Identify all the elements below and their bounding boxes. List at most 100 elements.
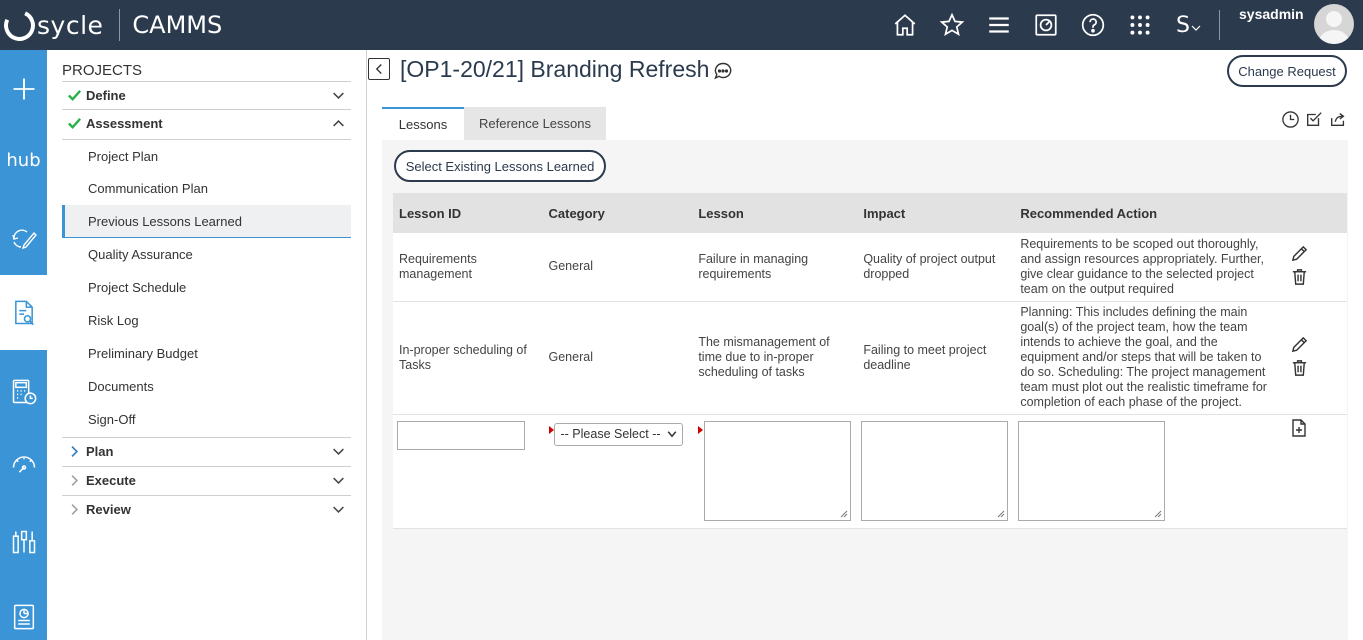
gauge-icon[interactable] <box>0 442 47 486</box>
cell-lesson: Failure in managing requirements <box>692 233 858 302</box>
calculator-clock-icon[interactable] <box>0 370 47 414</box>
table-row: In-proper scheduling of Tasks General Th… <box>393 301 1347 415</box>
chevron-up-icon <box>332 117 345 133</box>
panel-toolbar <box>1280 109 1348 129</box>
resize-grip-icon[interactable] <box>1154 510 1162 518</box>
col-header-category[interactable]: Category <box>542 193 693 233</box>
help-icon[interactable] <box>1079 11 1107 39</box>
lesson-textarea[interactable] <box>704 420 852 521</box>
projects-heading: PROJECTS <box>62 62 143 79</box>
report-icon[interactable] <box>0 595 47 639</box>
nav-item-communication-plan[interactable]: Communication Plan <box>62 172 351 205</box>
comment-icon[interactable] <box>713 61 733 81</box>
menu-icon[interactable] <box>985 11 1013 39</box>
settings-sliders-icon[interactable] <box>0 520 47 564</box>
chevron-down-icon <box>332 89 345 105</box>
cell-impact: Quality of project output dropped <box>857 233 1015 302</box>
side-navigation: PROJECTS Define Assessment Project Plan … <box>47 50 367 640</box>
app-name: CAMMS <box>132 11 223 39</box>
cell-category: General <box>542 233 693 302</box>
avatar[interactable] <box>1314 4 1354 44</box>
checkbox-checked-icon[interactable] <box>1304 109 1324 129</box>
cell-recommended-action: Requirements to be scoped out thoroughly… <box>1014 233 1285 302</box>
section-execute-label: Execute <box>86 473 136 488</box>
chevron-down-icon <box>332 445 345 461</box>
select-existing-lessons-button[interactable]: Select Existing Lessons Learned <box>394 150 606 182</box>
apps-grid-icon[interactable] <box>1126 11 1154 39</box>
dashboard-icon[interactable] <box>1032 11 1060 39</box>
logo[interactable]: sycle CAMMS <box>0 5 223 45</box>
section-plan-label: Plan <box>86 444 114 459</box>
cell-lesson-id: Requirements management <box>393 233 543 302</box>
logo-ring-icon <box>0 5 40 45</box>
chevron-down-icon <box>332 474 345 490</box>
add-file-icon[interactable] <box>1284 417 1314 439</box>
cell-lesson-id: In-proper scheduling of Tasks <box>393 301 543 415</box>
history-clock-icon[interactable] <box>1280 109 1300 129</box>
cell-category: General <box>542 301 693 415</box>
impact-textarea[interactable] <box>861 420 1009 521</box>
check-icon <box>62 88 86 103</box>
nav-item-sign-off[interactable]: Sign-Off <box>62 403 351 436</box>
chevron-right-icon <box>62 445 86 458</box>
required-marker-icon <box>548 425 554 434</box>
edit-pencil-icon[interactable] <box>1284 335 1314 354</box>
check-icon <box>62 116 86 131</box>
tab-lessons[interactable]: Lessons <box>382 107 464 140</box>
hub-label: hub <box>6 149 41 171</box>
cell-impact: Failing to meet project deadline <box>857 301 1015 415</box>
change-request-button[interactable]: Change Request <box>1227 55 1347 87</box>
section-define[interactable]: Define <box>62 81 351 109</box>
col-header-lesson-id[interactable]: Lesson ID <box>393 193 543 233</box>
plus-icon[interactable] <box>0 68 47 110</box>
nav-item-risk-log[interactable]: Risk Log <box>62 304 351 337</box>
col-header-recommended-action[interactable]: Recommended Action <box>1014 193 1285 233</box>
home-icon[interactable] <box>891 11 919 39</box>
table-row: Requirements management General Failure … <box>393 233 1347 302</box>
col-header-impact[interactable]: Impact <box>857 193 1015 233</box>
category-select[interactable]: -- Please Select -- <box>553 422 683 446</box>
section-assessment[interactable]: Assessment <box>62 109 351 137</box>
new-row-actions <box>1284 414 1347 529</box>
resize-grip-icon[interactable] <box>997 510 1005 518</box>
s-dropdown-label: S <box>1176 12 1190 38</box>
share-export-icon[interactable] <box>1328 109 1348 129</box>
new-lesson-id-cell <box>393 414 543 529</box>
section-define-label: Define <box>86 88 126 103</box>
nav-item-preliminary-budget[interactable]: Preliminary Budget <box>62 337 351 370</box>
s-dropdown-icon[interactable]: S <box>1172 11 1206 39</box>
delete-trash-icon[interactable] <box>1284 267 1314 286</box>
edit-pencil-icon[interactable] <box>1284 244 1314 263</box>
section-review-label: Review <box>86 502 131 517</box>
new-lesson-cell <box>692 414 858 529</box>
star-icon[interactable] <box>938 11 966 39</box>
nav-item-project-schedule[interactable]: Project Schedule <box>62 271 351 304</box>
back-button[interactable] <box>368 58 390 80</box>
cell-lesson: The mismanagement of time due to in-prop… <box>692 301 858 415</box>
lesson-id-input[interactable] <box>397 420 525 450</box>
refresh-edit-icon[interactable] <box>0 215 47 259</box>
required-marker-icon <box>698 425 704 434</box>
section-review[interactable]: Review <box>62 495 351 523</box>
left-rail: hub <box>0 50 47 640</box>
document-search-icon[interactable] <box>0 275 47 350</box>
col-header-lesson[interactable]: Lesson <box>692 193 858 233</box>
nav-item-previous-lessons-learned[interactable]: Previous Lessons Learned <box>62 205 351 238</box>
section-execute[interactable]: Execute <box>62 466 351 494</box>
chevron-left-icon <box>375 64 382 74</box>
table-header-row: Lesson ID Category Lesson Impact Recomme… <box>393 193 1347 233</box>
resize-grip-icon[interactable] <box>840 510 848 518</box>
recommended-action-textarea[interactable] <box>1018 420 1166 521</box>
username[interactable]: sysadmin <box>1239 6 1304 22</box>
section-plan[interactable]: Plan <box>62 437 351 465</box>
nav-item-quality-assurance[interactable]: Quality Assurance <box>62 238 351 271</box>
lessons-table: Lesson ID Category Lesson Impact Recomme… <box>393 193 1347 529</box>
page-title: [OP1-20/21] Branding Refresh <box>400 56 710 82</box>
hub-icon[interactable]: hub <box>0 140 47 180</box>
tab-bar: Lessons Reference Lessons <box>382 107 606 140</box>
cell-recommended-action: Planning: This includes defining the mai… <box>1014 301 1285 415</box>
tab-reference-lessons[interactable]: Reference Lessons <box>464 107 606 140</box>
delete-trash-icon[interactable] <box>1284 358 1314 377</box>
nav-item-project-plan[interactable]: Project Plan <box>62 139 351 172</box>
nav-item-documents[interactable]: Documents <box>62 370 351 403</box>
